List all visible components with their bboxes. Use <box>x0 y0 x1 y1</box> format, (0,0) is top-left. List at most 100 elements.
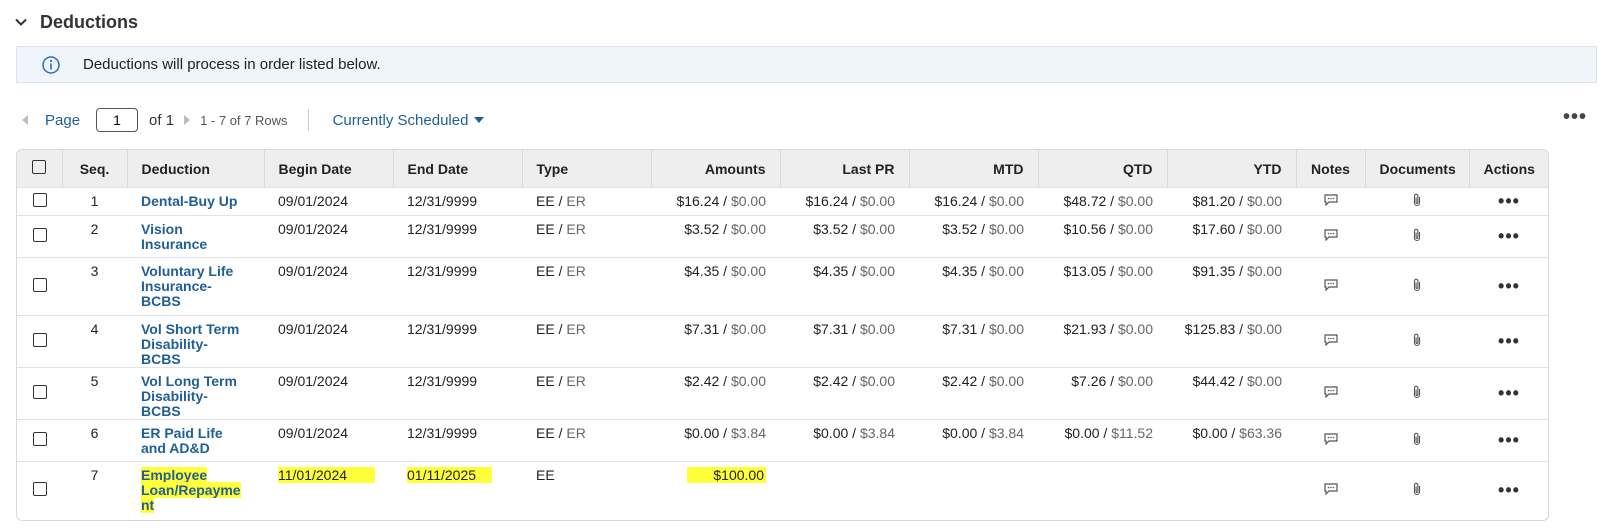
row-select-cell[interactable] <box>17 215 62 258</box>
row-actions-menu-icon[interactable]: ••• <box>1498 331 1520 351</box>
column-header-mtd[interactable]: MTD <box>909 150 1039 188</box>
deduction-cell[interactable]: Dental-Buy Up <box>127 187 264 216</box>
row-actions-menu-icon[interactable]: ••• <box>1498 430 1520 450</box>
amounts-ee-value: $3.52 <box>684 221 720 237</box>
documents-cell[interactable] <box>1365 461 1469 520</box>
amounts-er-value: $0.00 <box>730 321 766 337</box>
paperclip-icon[interactable] <box>1412 432 1422 446</box>
amounts-cell: $100.00 <box>651 461 780 520</box>
comment-icon[interactable] <box>1323 334 1338 347</box>
actions-cell[interactable]: ••• <box>1469 187 1548 216</box>
seq-value: 3 <box>90 263 99 279</box>
actions-cell[interactable]: ••• <box>1469 257 1548 316</box>
row-checkbox[interactable] <box>32 228 47 242</box>
actions-cell[interactable]: ••• <box>1469 315 1548 368</box>
row-checkbox[interactable] <box>32 193 47 207</box>
row-select-cell[interactable] <box>17 315 62 368</box>
select-all-checkbox[interactable] <box>32 160 47 174</box>
deduction-cell[interactable]: Vol Short Term Disability- BCBS <box>127 315 264 368</box>
row-actions-menu-icon[interactable]: ••• <box>1498 226 1520 246</box>
documents-cell[interactable] <box>1365 215 1469 258</box>
notes-cell[interactable] <box>1296 187 1365 216</box>
paperclip-icon[interactable] <box>1412 482 1422 496</box>
deduction-cell[interactable]: Employee Loan/Repayme nt <box>127 461 264 520</box>
next-page-icon[interactable] <box>184 115 191 125</box>
select-all-header[interactable] <box>17 150 63 188</box>
column-header-ytd[interactable]: YTD <box>1167 150 1297 188</box>
column-header-qtd[interactable]: QTD <box>1038 150 1168 188</box>
amounts-cell: $2.42 / $0.00 <box>651 367 780 420</box>
paperclip-icon[interactable] <box>1412 228 1422 242</box>
deduction-link[interactable]: Dental-Buy Up <box>141 193 237 209</box>
column-header-last-pr[interactable]: Last PR <box>780 150 910 188</box>
page-number-input[interactable] <box>96 108 139 132</box>
column-header-deduction[interactable]: Deduction <box>127 150 265 188</box>
begin-date-value: 09/01/2024 <box>278 193 349 209</box>
row-checkbox[interactable] <box>32 385 47 399</box>
row-checkbox[interactable] <box>32 278 47 292</box>
deduction-link[interactable]: ER Paid Life and AD&D <box>141 425 223 456</box>
section-header[interactable]: Deductions <box>14 8 138 36</box>
comment-icon[interactable] <box>1323 279 1338 292</box>
deduction-cell[interactable]: Vol Long Term Disability- BCBS <box>127 367 264 420</box>
actions-cell[interactable]: ••• <box>1469 215 1548 258</box>
row-actions-menu-icon[interactable]: ••• <box>1498 191 1520 211</box>
type-cell: EE / ER <box>522 215 651 258</box>
notes-cell[interactable] <box>1296 419 1365 462</box>
qtd-cell: $7.26 / $0.00 <box>1038 367 1167 420</box>
qtd-er-value: $0.00 <box>1117 221 1153 237</box>
comment-icon[interactable] <box>1323 483 1338 496</box>
notes-cell[interactable] <box>1296 257 1365 316</box>
deduction-cell[interactable]: Vision Insurance <box>127 215 264 258</box>
comment-icon[interactable] <box>1323 194 1338 207</box>
more-options-icon[interactable]: ••• <box>1563 107 1587 127</box>
documents-cell[interactable] <box>1365 367 1469 420</box>
column-header-begin-date[interactable]: Begin Date <box>264 150 394 188</box>
column-header-end-date[interactable]: End Date <box>393 150 523 188</box>
paperclip-icon[interactable] <box>1412 278 1422 292</box>
row-checkbox[interactable] <box>32 333 47 347</box>
row-checkbox[interactable] <box>32 432 47 446</box>
row-select-cell[interactable] <box>17 461 62 520</box>
column-header-type[interactable]: Type <box>522 150 652 188</box>
paperclip-icon[interactable] <box>1412 193 1422 207</box>
comment-icon[interactable] <box>1323 229 1338 242</box>
deduction-link[interactable]: Vol Short Term Disability- BCBS <box>141 321 239 367</box>
row-checkbox[interactable] <box>32 482 47 497</box>
actions-cell[interactable]: ••• <box>1469 419 1548 462</box>
row-select-cell[interactable] <box>17 367 62 420</box>
chevron-down-icon[interactable] <box>14 15 28 29</box>
qtd-ee-value: $13.05 <box>1063 263 1107 279</box>
documents-cell[interactable] <box>1365 315 1469 368</box>
deduction-cell[interactable]: ER Paid Life and AD&D <box>127 419 264 462</box>
deduction-cell[interactable]: Voluntary Life Insurance- BCBS <box>127 257 264 316</box>
deduction-link[interactable]: Vol Long Term Disability- BCBS <box>141 373 237 419</box>
row-actions-menu-icon[interactable]: ••• <box>1498 480 1520 500</box>
deduction-link[interactable]: Employee Loan/Repayme nt <box>141 467 241 513</box>
documents-cell[interactable] <box>1365 187 1469 216</box>
notes-cell[interactable] <box>1296 367 1365 420</box>
deduction-link[interactable]: Voluntary Life Insurance- BCBS <box>141 263 233 309</box>
comment-icon[interactable] <box>1323 433 1338 446</box>
row-select-cell[interactable] <box>17 419 62 462</box>
paperclip-icon[interactable] <box>1412 385 1422 399</box>
column-header-amounts[interactable]: Amounts <box>651 150 781 188</box>
paperclip-icon[interactable] <box>1412 333 1422 347</box>
column-header-seq[interactable]: Seq. <box>62 150 128 188</box>
deduction-link[interactable]: Vision Insurance <box>141 221 207 252</box>
documents-cell[interactable] <box>1365 419 1469 462</box>
notes-cell[interactable] <box>1296 461 1365 520</box>
row-actions-menu-icon[interactable]: ••• <box>1498 276 1520 296</box>
notes-cell[interactable] <box>1296 315 1365 368</box>
row-select-cell[interactable] <box>17 257 62 316</box>
notes-cell[interactable] <box>1296 215 1365 258</box>
actions-cell[interactable]: ••• <box>1469 461 1548 520</box>
previous-page-icon[interactable] <box>22 115 28 125</box>
row-actions-menu-icon[interactable]: ••• <box>1498 383 1520 403</box>
actions-cell[interactable]: ••• <box>1469 367 1548 420</box>
comment-icon[interactable] <box>1323 386 1338 399</box>
row-select-cell[interactable] <box>17 187 62 216</box>
documents-cell[interactable] <box>1365 257 1469 316</box>
amounts-ee-value: $2.42 <box>684 373 720 389</box>
schedule-filter-dropdown[interactable]: Currently Scheduled <box>333 112 485 129</box>
